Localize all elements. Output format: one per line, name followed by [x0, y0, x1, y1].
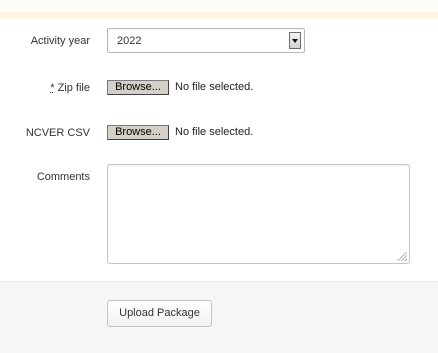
form-footer — [0, 281, 438, 353]
zip-file-label-text: Zip file — [54, 82, 90, 94]
comments-label: Comments — [36, 171, 90, 183]
zip-file-browse-button[interactable]: Browse... — [107, 80, 169, 95]
ncver-csv-label: NCVER CSV — [25, 127, 90, 139]
upload-package-button[interactable]: Upload Package — [107, 300, 212, 327]
chevron-down-icon[interactable] — [289, 32, 301, 49]
comments-textarea[interactable] — [107, 164, 410, 264]
top-banner-strip — [0, 0, 438, 19]
ncver-csv-browse-button[interactable]: Browse... — [107, 125, 169, 140]
activity-year-label: Activity year — [30, 35, 90, 47]
activity-year-select[interactable]: 2022 — [107, 28, 305, 53]
zip-file-status: No file selected. — [175, 81, 254, 93]
top-banner-line — [0, 12, 438, 19]
ncver-csv-status: No file selected. — [175, 126, 254, 138]
zip-file-label: * Zip file — [50, 82, 90, 94]
resize-grip-icon[interactable] — [398, 252, 407, 261]
activity-year-value: 2022 — [117, 35, 142, 47]
